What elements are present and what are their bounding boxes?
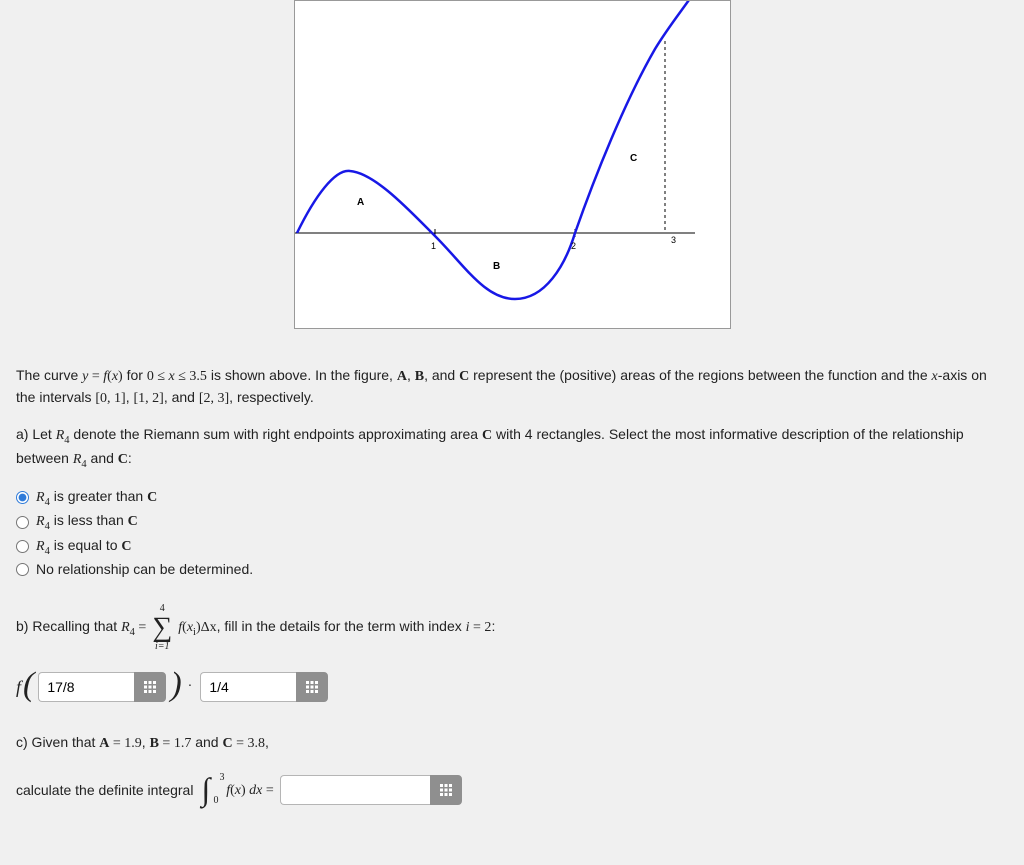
option-none[interactable]: No relationship can be determined. (16, 559, 1008, 580)
option-less[interactable]: R4 is less than C (16, 510, 1008, 535)
intro-paragraph: The curve y = f(x) for 0 ≤ x ≤ 3.5 is sh… (16, 365, 1008, 410)
keypad-icon[interactable] (430, 775, 462, 805)
graph-tick-1: 1 (431, 241, 436, 251)
graph-label-b: B (493, 261, 500, 272)
part-a-options: R4 is greater than C R4 is less than C R… (16, 486, 1008, 581)
graph-tick-2: 2 (571, 241, 576, 251)
option-equal[interactable]: R4 is equal to C (16, 535, 1008, 560)
part-b-inputs: f ( ) · (16, 670, 1008, 704)
radio-less[interactable] (16, 516, 29, 529)
input-dx[interactable] (200, 672, 328, 702)
part-a-prompt: a) Let R4 denote the Riemann sum with ri… (16, 424, 1008, 472)
input-xi[interactable] (38, 672, 166, 702)
radio-equal[interactable] (16, 540, 29, 553)
keypad-icon[interactable] (296, 672, 328, 702)
input-xi-field[interactable] (38, 672, 134, 702)
part-b-prompt: b) Recalling that R4 = 4 ∑ i=1 f(xi)Δx, … (16, 604, 1008, 652)
problem-body: The curve y = f(x) for 0 ≤ x ≤ 3.5 is sh… (0, 341, 1024, 865)
part-c-given: c) Given that A = 1.9, B = 1.7 and C = 3… (16, 732, 1008, 754)
graph-container: A B C 1 2 3 (0, 0, 1024, 341)
radio-none[interactable] (16, 563, 29, 576)
graph-tick-3: 3 (671, 235, 676, 245)
option-greater[interactable]: R4 is greater than C (16, 486, 1008, 511)
graph-label-c: C (630, 153, 637, 164)
keypad-icon[interactable] (134, 672, 166, 702)
part-c-integral: calculate the definite integral ∫ 3 0 f(… (16, 773, 1008, 807)
input-integral[interactable] (280, 775, 462, 805)
radio-greater[interactable] (16, 491, 29, 504)
integral-symbol: ∫ 3 0 (201, 773, 210, 807)
input-dx-field[interactable] (200, 672, 296, 702)
graph-label-a: A (357, 197, 364, 208)
input-integral-field[interactable] (280, 775, 430, 805)
summation-symbol: 4 ∑ i=1 (152, 604, 172, 652)
function-graph: A B C 1 2 3 (294, 0, 731, 329)
